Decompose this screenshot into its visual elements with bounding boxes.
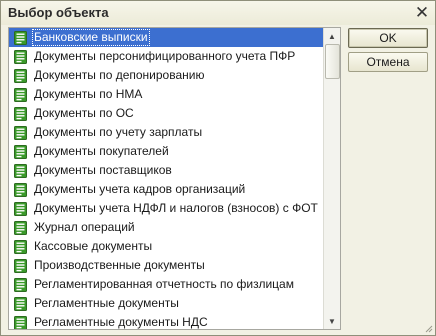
vertical-scrollbar[interactable]: ▲ ▼	[323, 28, 340, 329]
scrollbar-thumb[interactable]	[325, 44, 340, 79]
document-icon	[14, 30, 27, 45]
list-item[interactable]: Кассовые документы	[9, 237, 323, 256]
document-icon	[14, 277, 27, 292]
list-item-label: Документы по учету зарплаты	[34, 125, 203, 139]
list-item[interactable]: Документы по НМА	[9, 85, 323, 104]
object-list[interactable]: Банковские выписки Документы персонифицир…	[8, 27, 341, 330]
list-item[interactable]: Документы персонифицированного учета ПФР	[9, 47, 323, 66]
document-icon	[14, 182, 27, 197]
list-item-label: Регламентные документы НДС	[34, 315, 208, 329]
list-item-label: Документы по ОС	[34, 106, 134, 120]
document-icon	[14, 296, 27, 311]
document-icon	[14, 87, 27, 102]
list-item[interactable]: Документы по ОС	[9, 104, 323, 123]
list-item[interactable]: Документы по депонированию	[9, 66, 323, 85]
list-item-label: Документы персонифицированного учета ПФР	[34, 49, 296, 63]
list-item[interactable]: Документы по учету зарплаты	[9, 123, 323, 142]
list-item-label: Документы поставщиков	[34, 163, 172, 177]
document-icon	[14, 163, 27, 178]
object-list-rows: Банковские выписки Документы персонифицир…	[9, 28, 323, 329]
document-icon	[14, 68, 27, 83]
list-item[interactable]: Документы учета кадров организаций	[9, 180, 323, 199]
document-icon	[14, 49, 27, 64]
document-icon	[14, 106, 27, 121]
list-item[interactable]: Регламентные документы НДС	[9, 313, 323, 329]
list-item-label: Регламентные документы	[34, 296, 179, 310]
list-item-label: Документы учета НДФЛ и налогов (взносов)…	[34, 201, 318, 215]
document-icon	[14, 201, 27, 216]
list-item-label: Регламентированная отчетность по физлица…	[34, 277, 294, 291]
list-item[interactable]: Документы покупателей	[9, 142, 323, 161]
document-icon	[14, 144, 27, 159]
list-item[interactable]: Документы учета НДФЛ и налогов (взносов)…	[9, 199, 323, 218]
list-item-label: Документы по НМА	[34, 87, 143, 101]
list-item-label: Документы учета кадров организаций	[34, 182, 246, 196]
list-item-label: Кассовые документы	[34, 239, 153, 253]
list-item[interactable]: Производственные документы	[9, 256, 323, 275]
scroll-down-icon[interactable]: ▼	[325, 314, 339, 328]
list-item[interactable]: Банковские выписки	[9, 28, 323, 47]
list-item[interactable]: Регламентированная отчетность по физлица…	[9, 275, 323, 294]
list-item-label: Журнал операций	[34, 220, 135, 234]
document-icon	[14, 258, 27, 273]
list-item-label: Банковские выписки	[32, 29, 150, 46]
list-item-label: Производственные документы	[34, 258, 205, 272]
list-item[interactable]: Документы поставщиков	[9, 161, 323, 180]
close-icon[interactable]: ✕	[413, 3, 431, 22]
list-item-label: Документы покупателей	[34, 144, 169, 158]
list-item-label: Документы по депонированию	[34, 68, 205, 82]
list-item[interactable]: Журнал операций	[9, 218, 323, 237]
cancel-button[interactable]: Отмена	[348, 52, 428, 72]
title-bar[interactable]: Выбор объекта ✕	[1, 1, 435, 25]
dialog-title: Выбор объекта	[8, 5, 109, 20]
select-object-dialog: Выбор объекта ✕ Банковские выписки Докуме…	[0, 0, 436, 336]
document-icon	[14, 220, 27, 235]
document-icon	[14, 125, 27, 140]
document-icon	[14, 239, 27, 254]
scroll-up-icon[interactable]: ▲	[325, 29, 339, 43]
list-item[interactable]: Регламентные документы	[9, 294, 323, 313]
ok-button[interactable]: OK	[348, 28, 428, 48]
document-icon	[14, 315, 27, 329]
resize-grip-icon[interactable]	[423, 323, 433, 333]
